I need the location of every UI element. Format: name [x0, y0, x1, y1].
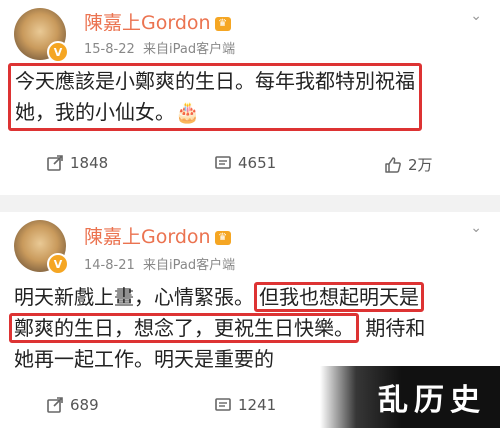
chevron-down-icon[interactable]: ⌄ [470, 220, 482, 236]
action-bar: 1848 4651 2万 [0, 146, 500, 182]
repost-button[interactable]: 1848 [46, 154, 108, 172]
comment-count: 1241 [238, 396, 277, 414]
verified-badge-icon: V [47, 41, 69, 63]
post-text: 今天應該是小鄭爽的生日。每年我都特別祝福 她，我的小仙女。🎂 [8, 63, 490, 131]
username-link[interactable]: 陳嘉上Gordon ♛ [84, 222, 231, 249]
avatar[interactable]: V [14, 8, 69, 63]
highlight-box: 鄭爽的生日，想念了，更祝生日快樂。 [9, 313, 359, 343]
watermark-logo: 乱历史 [320, 366, 500, 428]
like-count: 2万 [408, 156, 433, 174]
repost-icon [47, 155, 63, 171]
comment-button[interactable]: 1241 [214, 396, 276, 414]
weibo-post-2: V 陳嘉上Gordon ♛ 14-8-21 来自iPad客户端 ⌄ 明天新戲上畫，… [0, 212, 500, 428]
verified-badge-icon: V [47, 253, 69, 275]
post-text-line: 明天新戲上畫，心情緊張。 [14, 285, 254, 309]
post-text-line: 她，我的小仙女。 [15, 100, 175, 124]
chevron-down-icon[interactable]: ⌄ [470, 8, 482, 24]
highlight-box: 今天應該是小鄭爽的生日。每年我都特別祝福 她，我的小仙女。🎂 [8, 63, 422, 131]
repost-count: 689 [70, 396, 99, 414]
vip-crown-icon: ♛ [214, 230, 231, 245]
comment-count: 4651 [238, 154, 277, 172]
username-link[interactable]: 陳嘉上Gordon ♛ [84, 8, 231, 35]
thumbs-up-icon [385, 156, 401, 173]
comment-icon [215, 398, 231, 411]
comment-button[interactable]: 4651 [214, 154, 276, 172]
highlight-box: 但我也想起明天是 [254, 282, 424, 312]
post-text-line: 期待和 [365, 316, 426, 340]
avatar[interactable]: V [14, 220, 69, 275]
post-source: 来自iPad客户端 [143, 42, 236, 57]
vip-crown-icon: ♛ [214, 16, 231, 31]
watermark-text: 乱历史 [378, 383, 486, 418]
post-meta: 15-8-22 来自iPad客户端 [84, 38, 235, 57]
repost-count: 1848 [70, 154, 109, 172]
post-meta: 14-8-21 来自iPad客户端 [84, 254, 235, 273]
post-date: 15-8-22 [84, 42, 135, 57]
weibo-post-1: V 陳嘉上Gordon ♛ 15-8-22 来自iPad客户端 ⌄ 今天應該是小鄭… [0, 0, 500, 195]
repost-icon [47, 397, 63, 413]
post-text-line: 今天應該是小鄭爽的生日。每年我都特別祝福 [15, 69, 415, 93]
repost-button[interactable]: 689 [46, 396, 99, 414]
username-text: 陳嘉上Gordon [84, 12, 211, 34]
post-source: 来自iPad客户端 [143, 258, 236, 273]
post-text: 明天新戲上畫，心情緊張。 但我也想起明天是 鄭爽的生日，想念了，更祝生日快樂。 期… [9, 282, 490, 375]
post-date: 14-8-21 [84, 258, 135, 273]
cake-emoji-icon: 🎂 [175, 100, 200, 124]
like-button[interactable]: 2万 [384, 154, 433, 175]
comment-icon [215, 156, 231, 169]
username-text: 陳嘉上Gordon [84, 226, 211, 248]
